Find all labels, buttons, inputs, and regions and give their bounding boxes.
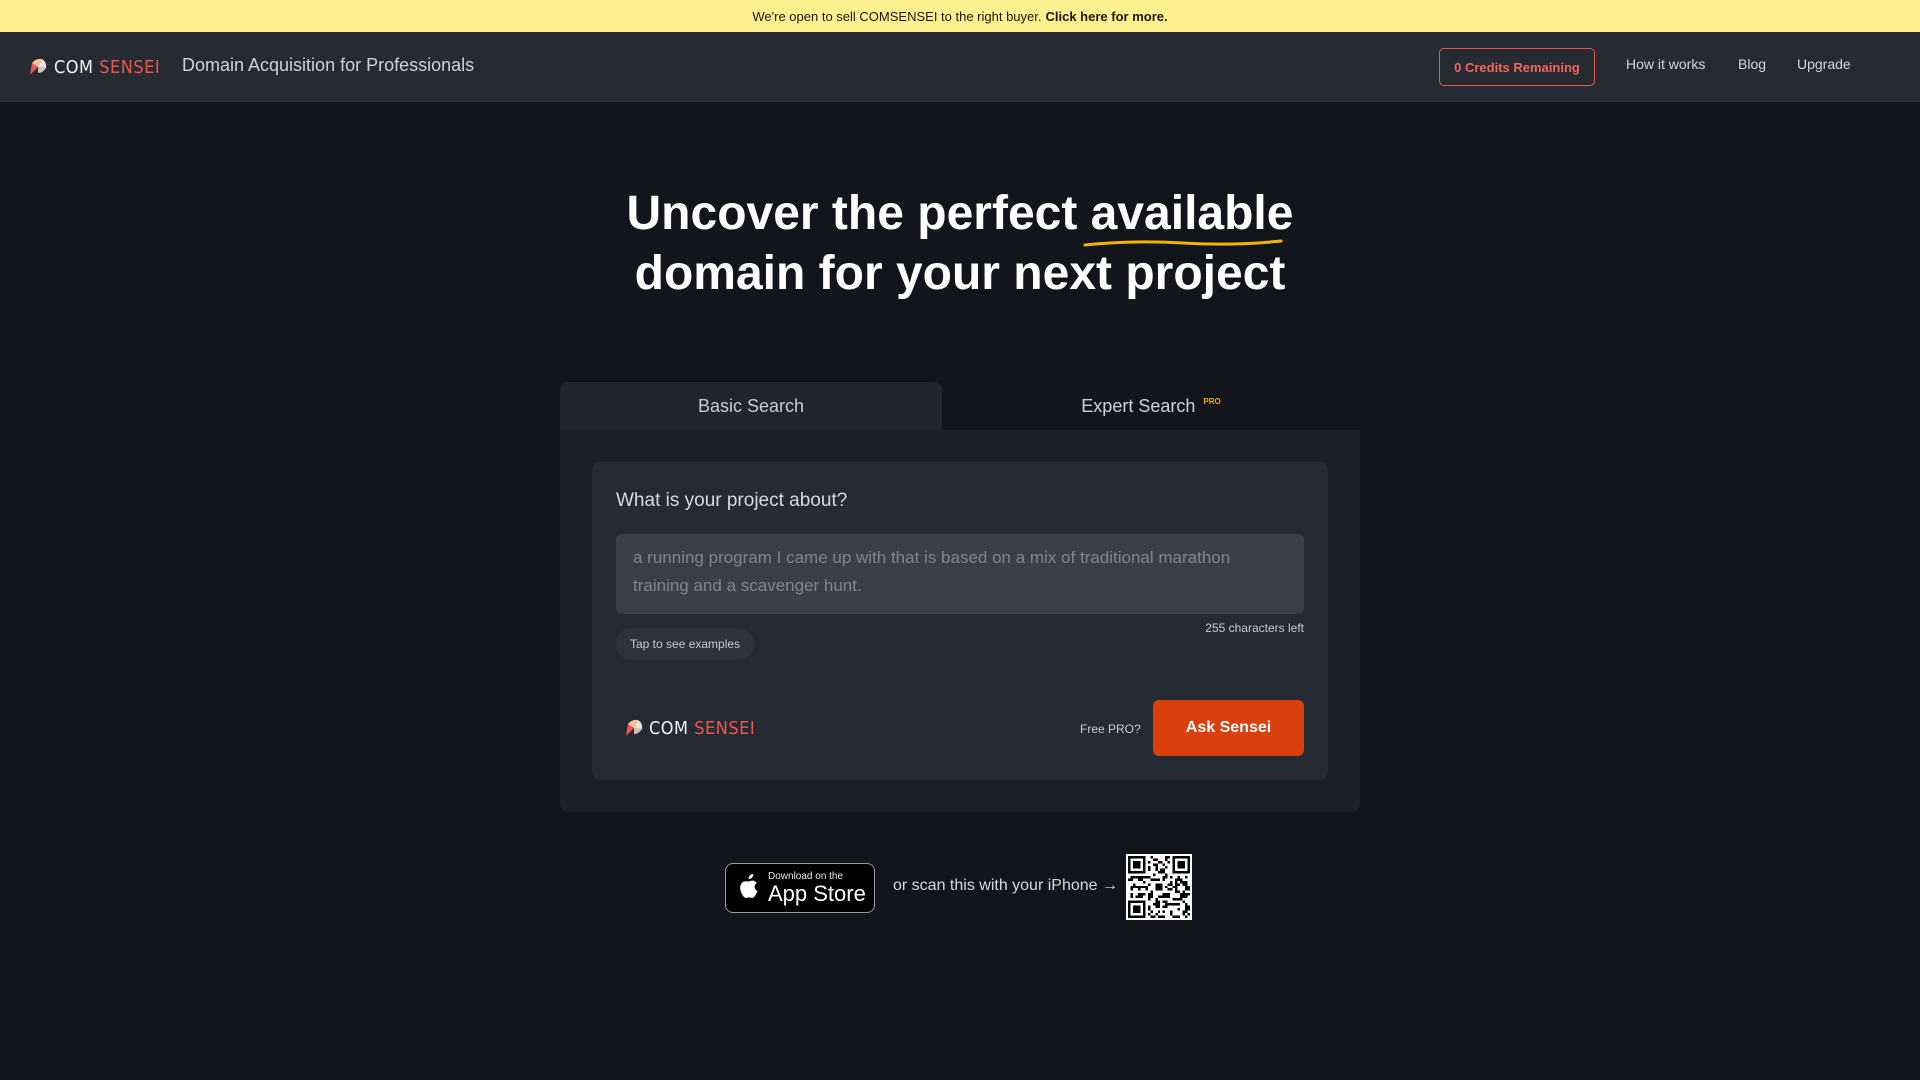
characters-left-counter: 255 characters left: [1205, 621, 1304, 635]
tagline: Domain Acquisition for Professionals: [182, 55, 475, 75]
tab-expert-label: Expert Search: [1081, 395, 1196, 416]
app-store-badge[interactable]: Download on the App Store: [725, 863, 875, 913]
tab-basic-search[interactable]: Basic Search: [560, 382, 942, 430]
credits-remaining-button[interactable]: 0 Credits Remaining: [1439, 48, 1595, 86]
underline-squiggle-icon: [1083, 239, 1283, 247]
project-question-label: What is your project about?: [616, 490, 848, 511]
fan-logo-icon: [30, 58, 47, 75]
card-logo: COM SENSEI: [624, 716, 755, 740]
navbar: COM SENSEI Domain Acquisition for Profes…: [0, 32, 1920, 102]
card-logo-sensei: SENSEI: [694, 717, 756, 739]
logo-sensei: SENSEI: [99, 56, 161, 78]
nav-link-blog[interactable]: Blog: [1738, 56, 1766, 72]
card-logo-com: COM: [649, 717, 689, 739]
nav-link-how-it-works[interactable]: How it works: [1626, 56, 1705, 72]
banner-text: We're open to sell COMSENSEI to the righ…: [752, 8, 1042, 24]
logo-com: COM: [54, 56, 94, 78]
fan-logo-icon: [626, 719, 643, 736]
hero-line2: domain for your next project: [634, 247, 1286, 300]
qr-code-icon: [1126, 854, 1192, 920]
top-banner: We're open to sell COMSENSEI to the righ…: [0, 0, 1920, 32]
nav-link-upgrade[interactable]: Upgrade: [1797, 56, 1851, 72]
scan-instruction: or scan this with your iPhone →: [893, 877, 1118, 894]
hero-line1-text: Uncover the perfect: [626, 187, 1078, 240]
free-pro-link[interactable]: Free PRO?: [1080, 722, 1141, 736]
pro-badge: PRO: [1203, 396, 1221, 406]
hero-title: Uncover the perfect available domain for…: [0, 184, 1920, 304]
app-store-small-text: Download on the: [768, 870, 844, 882]
app-store-big-text: App Store: [768, 880, 866, 906]
logo[interactable]: COM SENSEI: [28, 54, 160, 80]
ask-sensei-button[interactable]: Ask Sensei: [1153, 700, 1304, 756]
apple-icon: [740, 874, 758, 898]
see-examples-button[interactable]: Tap to see examples: [616, 628, 755, 660]
tab-expert-search[interactable]: Expert Search PRO: [942, 382, 1360, 430]
hero-highlight-word: available: [1083, 184, 1293, 247]
banner-link[interactable]: Click here for more.: [1046, 9, 1168, 24]
project-description-input[interactable]: [616, 534, 1304, 614]
